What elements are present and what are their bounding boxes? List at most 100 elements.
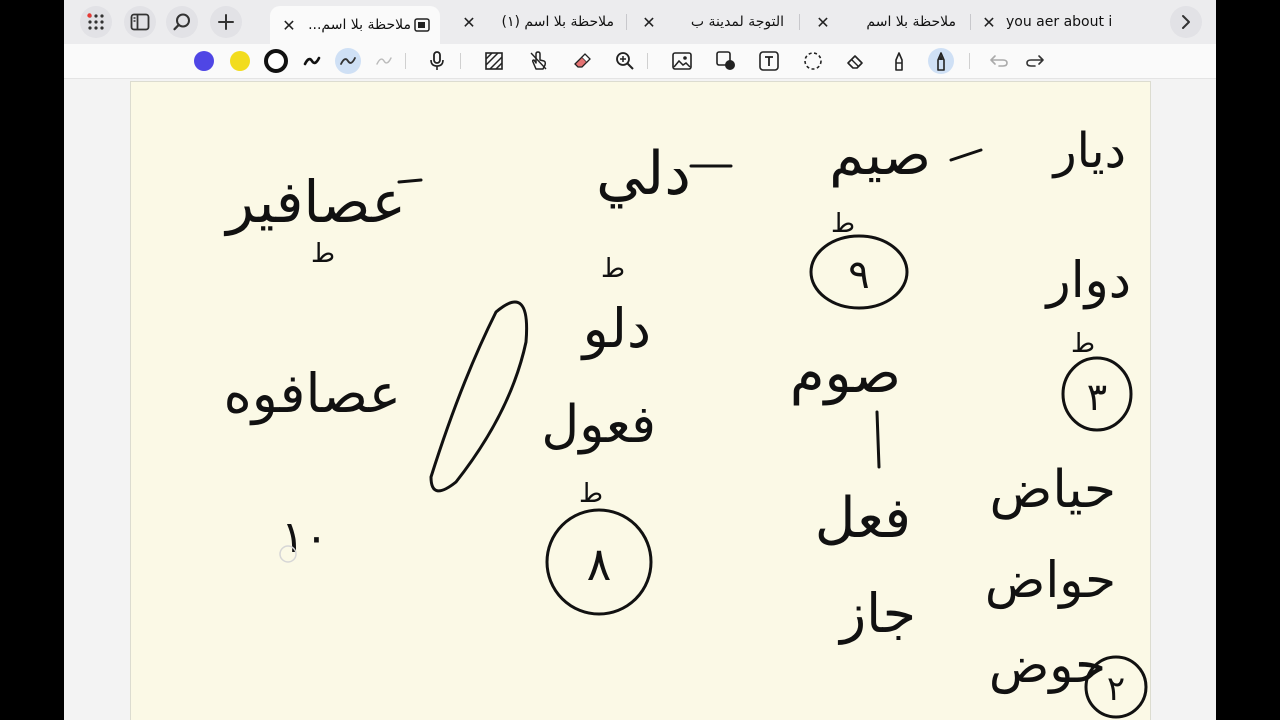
tab-separator <box>799 14 800 30</box>
hatch-icon <box>485 52 503 70</box>
close-tab-icon[interactable]: ✕ <box>980 13 998 32</box>
tab-you-aer-about[interactable]: ✕ you aer about i <box>970 4 1146 40</box>
tab-city-direction[interactable]: ✕ التوجة لمدينة ب <box>630 4 794 40</box>
new-tab-button[interactable] <box>210 6 242 38</box>
toolbar-separator <box>647 53 648 69</box>
eraser-icon <box>574 53 591 68</box>
highlighter-icon <box>895 52 903 71</box>
chevron-right-icon <box>1182 15 1190 29</box>
ink-mark-ta: ط <box>1071 329 1095 359</box>
ink-word-dalw: دلو <box>580 297 651 360</box>
pattern-tool-button[interactable] <box>481 48 507 74</box>
highlighter-button[interactable] <box>886 48 912 74</box>
eraser-outline-icon <box>847 55 863 69</box>
pen-button[interactable] <box>928 48 954 74</box>
tab-bar: ✕ ملاحظة بلا اسم... ✕ ملاحظة بلا اسم (١)… <box>64 0 1216 44</box>
ink-word-fuul: فعول <box>541 395 656 455</box>
ink-word-diwar: دوار <box>1044 251 1131 310</box>
tab-note-untitled-1[interactable]: ✕ ملاحظة بلا اسم (١) <box>450 4 624 40</box>
text-box-button[interactable] <box>756 48 782 74</box>
ink-word-saym: صيم <box>829 123 931 188</box>
color-blue-swatch[interactable] <box>191 48 217 74</box>
tablet-icon <box>414 18 430 32</box>
zoom-button[interactable] <box>612 48 638 74</box>
redo-icon <box>1026 55 1044 67</box>
faded-pen-icon <box>376 57 392 65</box>
handwriting-layer: ديار صيم دلي عصافير ط ط ط ط ٩ دوار صوم د… <box>223 123 1148 719</box>
ink-number-3: ٣ <box>1087 375 1107 419</box>
ink-word-hawad: حواض <box>985 551 1116 609</box>
black-ring-icon <box>264 49 288 73</box>
microphone-icon <box>430 51 444 70</box>
stroke-medium-button[interactable] <box>335 48 361 74</box>
close-tab-icon[interactable]: ✕ <box>814 13 832 32</box>
text-box-icon <box>759 51 779 71</box>
zoom-in-icon <box>616 52 634 70</box>
color-black-swatch[interactable] <box>263 48 289 74</box>
drawing-toolbar <box>64 44 1216 79</box>
tab-title: ملاحظة بلا اسم (١) <box>501 14 615 30</box>
ink-mark-ta: ط <box>831 209 855 239</box>
image-icon <box>672 52 692 70</box>
tab-note-untitled-active[interactable]: ✕ ملاحظة بلا اسم... <box>270 6 440 44</box>
ink-word-jaz: جاز <box>837 582 916 645</box>
redo-button[interactable] <box>1022 48 1048 74</box>
stroke-thin-button[interactable] <box>371 48 397 74</box>
note-page[interactable]: ديار صيم دلي عصافير ط ط ط ط ٩ دوار صوم د… <box>130 81 1151 720</box>
ink-oval <box>429 300 529 493</box>
ink-mark-ta: ط <box>601 254 625 284</box>
undo-button[interactable] <box>986 48 1012 74</box>
ink-word-dali: دلي <box>596 139 691 209</box>
ink-word-hawd: حوض <box>989 636 1106 694</box>
apps-grid-icon <box>87 13 104 30</box>
plus-icon <box>218 14 234 30</box>
sidebar-icon <box>130 13 150 31</box>
search-icon <box>173 13 190 31</box>
lasso-select-button[interactable] <box>800 48 826 74</box>
ink-word-asafir: عصافير <box>223 168 406 237</box>
object-eraser-button[interactable] <box>843 48 869 74</box>
ink-dash <box>949 148 983 162</box>
ink-line <box>875 410 881 469</box>
apps-grid-button[interactable] <box>80 6 112 38</box>
stroke-thick-button[interactable] <box>299 48 325 74</box>
wave-pen-icon <box>340 57 356 65</box>
close-tab-icon[interactable]: ✕ <box>460 13 478 32</box>
shape-icon <box>716 51 735 70</box>
close-tab-icon[interactable]: ✕ <box>640 13 658 32</box>
toolbar-separator <box>405 53 406 69</box>
ink-number-8: ٨ <box>587 537 612 591</box>
insert-image-button[interactable] <box>669 48 695 74</box>
yellow-dot-icon <box>230 51 250 71</box>
insert-shape-button[interactable] <box>713 48 739 74</box>
note-canvas-area[interactable]: ديار صيم دلي عصافير ط ط ط ط ٩ دوار صوم د… <box>64 79 1216 720</box>
close-tab-icon[interactable]: ✕ <box>280 16 298 35</box>
touch-draw-button[interactable] <box>525 48 551 74</box>
ink-word-sawm: صوم <box>790 341 901 406</box>
voice-record-button[interactable] <box>424 48 450 74</box>
wave-pen-icon <box>303 56 321 66</box>
sidebar-toggle-button[interactable] <box>124 6 156 38</box>
ink-mark-ta: ط <box>579 479 603 509</box>
ink-word-asafuh: عصافوه <box>223 362 401 425</box>
ink-number-10: ١٠ <box>281 512 328 563</box>
tab-title: you aer about i <box>1006 14 1113 30</box>
tab-note-untitled-2[interactable]: ✕ ملاحظة بلا اسم <box>804 4 966 40</box>
touch-icon <box>530 51 547 70</box>
eraser-button[interactable] <box>569 48 595 74</box>
toolbar-separator <box>460 53 461 69</box>
ink-word-fal: فعل <box>815 486 911 551</box>
search-button[interactable] <box>166 6 198 38</box>
color-yellow-swatch[interactable] <box>227 48 253 74</box>
notes-app-window: ✕ ملاحظة بلا اسم... ✕ ملاحظة بلا اسم (١)… <box>64 0 1216 720</box>
undo-icon <box>990 55 1008 67</box>
tab-separator <box>626 14 627 30</box>
tab-title: ملاحظة بلا اسم <box>866 14 956 30</box>
letterbox-right <box>1216 0 1280 720</box>
tab-title: ملاحظة بلا اسم... <box>308 17 411 33</box>
ink-word-diyar: ديار <box>1051 123 1126 179</box>
pen-icon <box>937 52 945 71</box>
tabs-next-button[interactable] <box>1170 6 1202 38</box>
tab-title: التوجة لمدينة ب <box>690 14 784 30</box>
ink-number-2: ٢ <box>1107 669 1125 709</box>
